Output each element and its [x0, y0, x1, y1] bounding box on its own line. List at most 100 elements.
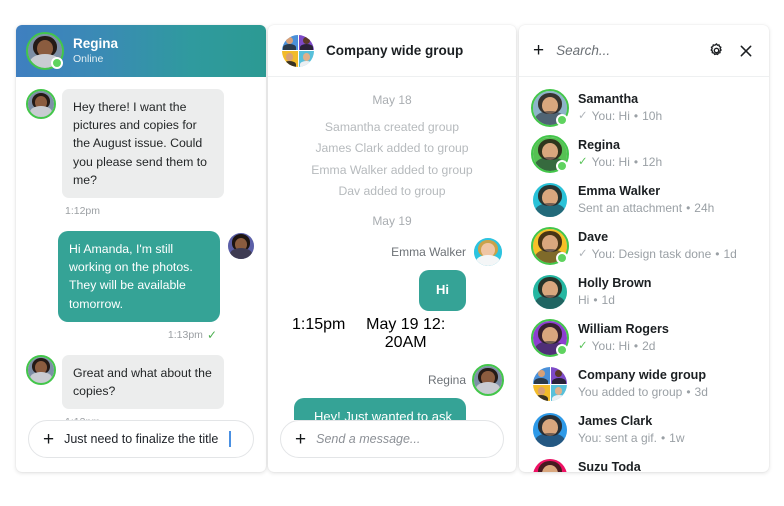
- conversation-time: 1d: [601, 293, 615, 308]
- avatar: [228, 232, 254, 259]
- search-input[interactable]: Search...: [556, 43, 695, 58]
- conversation-row[interactable]: Emma Walker Sent an attachment • 24h: [519, 177, 769, 223]
- conversation-time: 3d: [694, 385, 708, 400]
- conversation-time: 12h: [642, 155, 663, 170]
- conversation-row[interactable]: James Clark You: sent a gif. • 1w: [519, 407, 769, 453]
- message-meta-row: 1:15pm May 19 12: 20AM: [282, 311, 502, 352]
- conversation-preview-row: Sent an attachment • 24h: [578, 200, 714, 217]
- date-separator: May 18: [372, 93, 412, 107]
- avatar: [531, 135, 569, 173]
- avatar: [533, 413, 567, 447]
- message-input[interactable]: Just need to finalize the title: [64, 432, 218, 446]
- conversation-row[interactable]: Suzu TodaTask completed.•1w: [519, 453, 769, 472]
- online-indicator: [50, 56, 63, 69]
- group-chat-panel: Company wide group May 18 Samantha creat…: [268, 25, 516, 472]
- group-avatar: [282, 34, 314, 67]
- group-title: Company wide group: [326, 43, 464, 58]
- online-indicator: [555, 343, 568, 356]
- message-bubble: Great and what about the copies?: [62, 354, 224, 410]
- conversation-name: Samantha: [578, 92, 639, 107]
- conversation-name: Holly Brown: [578, 276, 652, 291]
- avatar: [474, 238, 502, 267]
- conversation-row[interactable]: Company wide group You added to group • 3d: [519, 361, 769, 407]
- plus-icon[interactable]: +: [295, 430, 306, 449]
- message-timestamp: May 19 12: 20AM: [366, 316, 446, 352]
- message-sender-name: Emma Walker: [391, 245, 466, 260]
- conversation-preview: You: Hi: [591, 109, 630, 124]
- message-input[interactable]: Send a message...: [316, 432, 420, 446]
- avatar: [531, 227, 569, 265]
- read-check-icon: ✓: [578, 109, 588, 122]
- conversation-preview-row: Hi • 1d: [578, 292, 651, 309]
- conversation-name: William Rogers: [578, 322, 669, 337]
- group-header: Company wide group: [268, 25, 516, 77]
- conversation-preview-row: ✓ You: Hi • 12h: [578, 154, 662, 171]
- sent-check-icon: ✓: [206, 327, 217, 342]
- separator-dot: •: [686, 201, 691, 216]
- conversation-name: Emma Walker: [578, 184, 661, 199]
- separator-dot: •: [633, 339, 639, 354]
- system-message: Dav added to group: [338, 184, 446, 199]
- message-composer[interactable]: + Send a message...: [280, 420, 504, 458]
- message-time: 1:13pm: [167, 328, 203, 341]
- separator-dot: •: [593, 293, 598, 308]
- message-sender-row: Emma Walker: [282, 238, 502, 267]
- separator-dot: •: [686, 385, 691, 400]
- conversation-row[interactable]: Holly Brown Hi • 1d: [519, 269, 769, 315]
- date-separator: May 19: [372, 214, 412, 229]
- chat-header: Regina Online: [16, 25, 266, 77]
- online-indicator: [555, 251, 568, 264]
- contact-status: Online: [73, 52, 104, 65]
- conversation-list[interactable]: Samantha ✓ You: Hi • 10h Regina ✓ You: Hi • 12h Em…: [519, 77, 769, 472]
- separator-dot: •: [715, 247, 720, 262]
- conversation-list-panel: + Search... Samantha ✓ You: Hi • 10h Regina ✓ Y…: [519, 25, 769, 472]
- conversation-row[interactable]: Regina ✓ You: Hi • 12h: [519, 131, 769, 177]
- conversation-preview: You: Hi: [591, 155, 630, 170]
- read-check-icon: ✓: [578, 155, 588, 168]
- message-composer[interactable]: + Just need to finalize the title: [28, 420, 254, 458]
- message-bubble: Hey there! I want the pictures and copie…: [62, 89, 224, 198]
- app-window: Regina Online Hey there! I want the pict…: [0, 0, 784, 506]
- plus-icon[interactable]: +: [43, 430, 54, 449]
- conversation-name: Regina: [578, 138, 620, 153]
- avatar: [472, 364, 504, 397]
- separator-dot: •: [660, 431, 666, 446]
- conversation-time: 24h: [694, 201, 715, 216]
- text-caret: [229, 431, 231, 447]
- online-indicator: [555, 159, 568, 172]
- avatar: [26, 32, 64, 70]
- conversation-preview-row: You: sent a gif. • 1w: [578, 430, 685, 447]
- message-bubble: Hi Amanda, I'm still working on the phot…: [58, 230, 220, 322]
- contact-name: Regina: [73, 35, 119, 51]
- message-sender-row: Regina: [282, 364, 504, 397]
- system-message: Emma Walker added to group: [311, 162, 473, 177]
- chat-message-list: Hey there! I want the pictures and copie…: [16, 77, 266, 420]
- conversation-preview-row: ✓ You: Design task done • 1d: [578, 246, 737, 263]
- avatar: [26, 89, 56, 119]
- conversation-row[interactable]: Dave ✓ You: Design task done • 1d: [519, 223, 769, 269]
- conversation-preview: You: Hi: [591, 339, 630, 354]
- read-check-icon: ✓: [578, 247, 588, 260]
- conversation-row[interactable]: Samantha ✓ You: Hi • 10h: [519, 85, 769, 131]
- conversation-preview: You: Design task done: [591, 247, 712, 262]
- gear-icon[interactable]: [707, 42, 725, 60]
- conversation-name: Dave: [578, 230, 609, 245]
- avatar: [533, 183, 567, 217]
- conversation-row[interactable]: William Rogers ✓ You: Hi • 2d: [519, 315, 769, 361]
- message-bubble-wrap: Hi: [282, 270, 502, 312]
- online-indicator: [555, 113, 568, 126]
- conversation-preview-row: ✓ You: Hi • 10h: [578, 108, 662, 125]
- close-icon[interactable]: [737, 42, 755, 60]
- message-bubble: Hey! Just wanted to ask if you are atten…: [294, 398, 466, 420]
- group-message-list: May 18 Samantha created group James Clar…: [268, 77, 516, 420]
- avatar: [531, 319, 569, 357]
- message-row-incoming: Great and what about the copies?: [26, 354, 254, 410]
- conversation-preview: Sent an attachment: [578, 201, 683, 216]
- conversation-preview: You: sent a gif.: [578, 431, 657, 446]
- system-message: James Clark added to group: [315, 141, 469, 156]
- conversation-preview: You added to group: [578, 385, 683, 400]
- list-header: + Search...: [519, 25, 769, 77]
- plus-icon[interactable]: +: [533, 41, 544, 60]
- conversation-time: 1d: [723, 247, 737, 262]
- conversation-preview-row: You added to group • 3d: [578, 384, 708, 401]
